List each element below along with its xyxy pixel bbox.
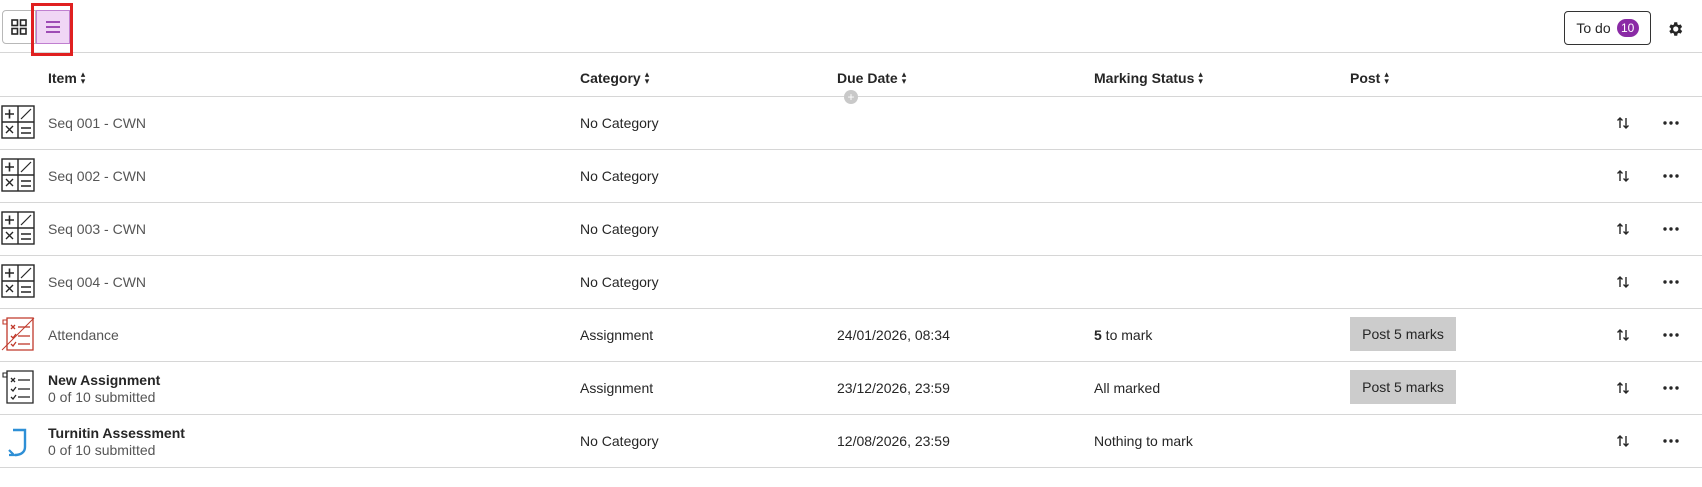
reorder-arrows-icon xyxy=(1617,170,1629,182)
column-header-marking-status[interactable]: Marking Status ▴ ▾ xyxy=(1094,69,1203,87)
marking-status-cell[interactable]: All marked xyxy=(1094,380,1160,396)
sort-icon: ▴ ▾ xyxy=(1384,69,1389,86)
column-header-item[interactable]: Item ▴ ▾ xyxy=(48,69,86,87)
calculation-icon xyxy=(1,105,35,139)
more-options-icon xyxy=(1663,227,1679,231)
more-options-icon xyxy=(1663,280,1679,284)
item-title[interactable]: Seq 004 - CWN xyxy=(48,274,146,290)
category-cell: Assignment xyxy=(580,380,654,396)
grid-view-button[interactable] xyxy=(2,10,36,44)
reorder-button[interactable] xyxy=(1614,114,1632,132)
more-options-icon xyxy=(1663,333,1679,337)
reorder-button[interactable] xyxy=(1614,326,1632,344)
column-header-label: Category xyxy=(580,70,641,86)
column-header-category[interactable]: Category ▴ ▾ xyxy=(580,69,650,87)
due-date-cell: 24/01/2026, 08:34 xyxy=(837,327,950,343)
due-date-cell: 23/12/2026, 23:59 xyxy=(837,380,950,396)
sort-icon: ▴ ▾ xyxy=(901,69,907,86)
more-options-button[interactable] xyxy=(1661,167,1681,185)
reorder-button[interactable] xyxy=(1614,167,1632,185)
category-cell: No Category xyxy=(580,168,659,184)
reorder-button[interactable] xyxy=(1614,379,1632,397)
more-options-button[interactable] xyxy=(1661,432,1681,450)
more-options-button[interactable] xyxy=(1661,379,1681,397)
post-marks-button[interactable]: Post 5 marks xyxy=(1350,317,1456,351)
todo-count-badge: 10 xyxy=(1616,19,1639,37)
column-header-label: Item xyxy=(48,70,77,86)
more-options-icon xyxy=(1663,439,1679,443)
reorder-arrows-icon xyxy=(1617,329,1629,341)
submission-count: 0 of 10 submitted xyxy=(48,442,156,458)
gradebook-toolbar: To do 10 xyxy=(0,0,1702,56)
column-header-label: Post xyxy=(1350,70,1381,86)
reorder-arrows-icon xyxy=(1617,223,1629,235)
gear-icon xyxy=(1669,22,1683,36)
reorder-button[interactable] xyxy=(1614,432,1632,450)
category-cell: Assignment xyxy=(580,327,654,343)
table-row[interactable]: Turnitin Assessment 0 of 10 submitted No… xyxy=(0,415,1702,468)
post-marks-button[interactable]: Post 5 marks xyxy=(1350,370,1456,404)
reorder-arrows-icon xyxy=(1617,117,1629,129)
marking-status-cell[interactable]: 5 to mark xyxy=(1094,327,1152,343)
more-options-icon xyxy=(1663,174,1679,178)
table-row[interactable]: New Assignment 0 of 10 submitted Assignm… xyxy=(0,362,1702,415)
more-options-button[interactable] xyxy=(1661,273,1681,291)
assignment-icon xyxy=(2,370,34,404)
list-view-button[interactable] xyxy=(36,10,70,44)
due-date-cell: 12/08/2026, 23:59 xyxy=(837,433,950,449)
todo-label: To do xyxy=(1576,20,1611,36)
item-title[interactable]: Attendance xyxy=(48,327,119,343)
more-options-button[interactable] xyxy=(1661,326,1681,344)
column-header-post[interactable]: Post ▴ ▾ xyxy=(1350,69,1389,87)
calculation-icon xyxy=(1,158,35,192)
attendance-icon xyxy=(1,317,35,351)
column-header-label: Marking Status xyxy=(1094,70,1195,86)
more-options-icon xyxy=(1663,121,1679,125)
calculation-icon xyxy=(1,211,35,245)
sort-icon: ▴ ▾ xyxy=(80,69,86,86)
reorder-arrows-icon xyxy=(1617,435,1629,447)
column-header-label: Due Date xyxy=(837,70,898,86)
calculation-icon xyxy=(1,264,35,298)
turnitin-icon xyxy=(8,428,27,457)
more-options-button[interactable] xyxy=(1661,220,1681,238)
table-row[interactable]: Seq 001 - CWN No Category xyxy=(0,97,1702,150)
column-header-due-date[interactable]: Due Date ▴ ▾ xyxy=(837,69,907,87)
item-title[interactable]: Seq 001 - CWN xyxy=(48,115,146,131)
grid-view-icon xyxy=(11,19,27,35)
marking-status-cell[interactable]: Nothing to mark xyxy=(1094,433,1193,449)
sort-icon: ▴ ▾ xyxy=(1198,69,1203,86)
marking-status-text: All marked xyxy=(1094,380,1161,396)
reorder-button[interactable] xyxy=(1614,220,1632,238)
reorder-arrows-icon xyxy=(1617,276,1629,288)
table-row[interactable]: Attendance Assignment 24/01/2026, 08:34 … xyxy=(0,309,1702,362)
item-title[interactable]: Seq 002 - CWN xyxy=(48,168,146,184)
marking-status-text: Nothing to mark xyxy=(1094,433,1193,449)
category-cell: No Category xyxy=(580,433,659,449)
to-mark-count: 5 xyxy=(1094,327,1102,343)
category-cell: No Category xyxy=(580,274,659,290)
table-row[interactable]: Seq 003 - CWN No Category xyxy=(0,203,1702,256)
reorder-arrows-icon xyxy=(1617,382,1629,394)
submission-count: 0 of 10 submitted xyxy=(48,389,156,405)
category-cell: No Category xyxy=(580,221,659,237)
category-cell: No Category xyxy=(580,115,659,131)
todo-button[interactable]: To do 10 xyxy=(1564,11,1651,45)
list-view-icon xyxy=(46,21,60,33)
table-row[interactable]: Seq 004 - CWN No Category xyxy=(0,256,1702,309)
item-title[interactable]: Seq 003 - CWN xyxy=(48,221,146,237)
item-title[interactable]: New Assignment xyxy=(48,372,160,388)
sort-icon: ▴ ▾ xyxy=(644,69,650,86)
table-row[interactable]: Seq 002 - CWN No Category xyxy=(0,150,1702,203)
item-title[interactable]: Turnitin Assessment xyxy=(48,425,185,441)
more-options-button[interactable] xyxy=(1661,114,1681,132)
more-options-icon xyxy=(1663,386,1679,390)
reorder-button[interactable] xyxy=(1614,273,1632,291)
settings-button[interactable] xyxy=(1664,18,1686,40)
marking-status-text: to mark xyxy=(1101,327,1153,343)
